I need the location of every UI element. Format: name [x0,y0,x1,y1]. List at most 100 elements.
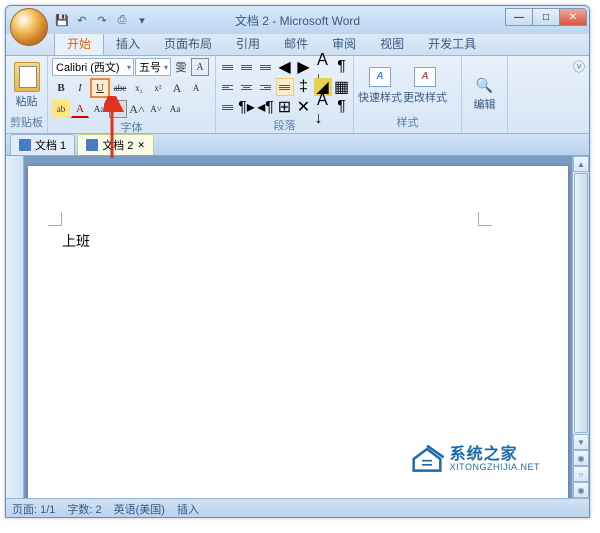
change-case-button[interactable]: Aa [90,100,108,118]
paragraph-label: 段落 [220,116,349,134]
rtl-button[interactable]: ◂¶ [257,98,275,116]
scroll-thumb[interactable] [574,173,588,433]
char-border-button[interactable]: A [191,58,209,76]
group-font: Calibri (西文) 五号 雯 A B I U abe x₂ x² A A [48,56,216,133]
subscript-button[interactable]: x₂ [130,79,148,97]
tab-view[interactable]: 视图 [368,32,416,55]
group-paragraph: ◀ ▶ Ａ↓ ¶ ‡ ◢ ▦ ¶▸ ◂¶ [216,56,354,133]
vertical-ruler[interactable] [6,156,24,498]
find-icon[interactable]: 🔍 [475,75,495,95]
document-area: 上班 系统之家 XITONGZHIJIA.NET ▲ ▼ ◉ ○ ◉ [6,156,589,498]
para-marks-button[interactable]: ¶ [333,98,351,116]
quick-styles-button[interactable]: A 快速样式 [358,61,402,111]
shrink-font-button[interactable]: A [187,79,205,97]
doctab-2[interactable]: 文档 2✕ [77,134,154,155]
group-editing: 🔍 编辑 [462,56,508,133]
font-color-button[interactable]: A [71,100,89,118]
snap-button[interactable]: ⊞ [276,98,294,116]
watermark-en: XITONGZHIJIA.NET [450,463,540,472]
group-styles: A 快速样式 A 更改样式 样式 [354,56,462,133]
paste-icon[interactable] [14,62,40,92]
tab-home[interactable]: 开始 [54,31,104,55]
bullets-button[interactable] [219,58,237,76]
ltr-button[interactable]: ¶▸ [238,98,256,116]
status-page[interactable]: 页面: 1/1 [12,501,55,517]
asian-layout-button[interactable]: ✕ [295,98,313,116]
scroll-up-icon[interactable]: ▲ [573,156,589,172]
tab-mailings[interactable]: 邮件 [272,32,320,55]
increase-indent-button[interactable]: ▶ [295,58,313,76]
doc-icon [86,139,98,151]
browse-object-icon[interactable]: ○ [573,466,589,482]
grow-font2-button[interactable]: A˄ [128,100,146,118]
font-label: 字体 [52,118,211,136]
ribbon: ⓥ 粘贴 剪贴板 Calibri (西文) 五号 雯 A B [6,56,589,134]
show-marks-button[interactable]: ¶ [333,58,351,76]
status-insert[interactable]: 插入 [177,501,199,517]
margin-crop-tr [478,212,492,226]
justify-button[interactable] [276,78,294,96]
highlight-button[interactable]: ab [52,100,70,118]
scroll-down-icon[interactable]: ▼ [573,434,589,450]
editing-button[interactable]: 编辑 [474,96,496,112]
superscript-button[interactable]: x² [149,79,167,97]
change-styles-button[interactable]: A 更改样式 [403,61,447,111]
borders-button[interactable]: ▦ [333,78,351,96]
align-right-button[interactable] [257,78,275,96]
watermark: 系统之家 XITONGZHIJIA.NET [410,444,540,474]
undo-icon[interactable]: ↶ [74,12,90,28]
next-page-icon[interactable]: ◉ [573,482,589,498]
grow-font-button[interactable]: A [168,79,186,97]
clipboard-label: 剪贴板 [10,113,43,131]
decrease-indent-button[interactable]: ◀ [276,58,294,76]
phonetic-button[interactable]: 雯 [172,58,190,76]
line-spacing-button[interactable]: ‡ [295,78,313,96]
doc-icon [19,139,31,151]
distribute-button[interactable] [219,98,237,116]
group-clipboard: 粘贴 剪贴板 [6,56,48,133]
tab-layout[interactable]: 页面布局 [152,32,224,55]
bold-button[interactable]: B [52,79,70,97]
page[interactable]: 上班 系统之家 XITONGZHIJIA.NET [28,166,568,498]
doctab-close-icon[interactable]: ✕ [137,140,145,151]
tab-developer[interactable]: 开发工具 [416,32,488,55]
close-button[interactable]: ✕ [559,8,587,26]
status-words[interactable]: 字数: 2 [67,501,101,517]
clear-format-button[interactable]: Aa [166,100,184,118]
minimize-button[interactable]: — [505,8,533,26]
font-size-combo[interactable]: 五号 [135,58,171,76]
multilevel-button[interactable] [257,58,275,76]
italic-button[interactable]: I [71,79,89,97]
tab-insert[interactable]: 插入 [104,32,152,55]
align-center-button[interactable] [238,78,256,96]
maximize-button[interactable]: □ [532,8,560,26]
font-name-combo[interactable]: Calibri (西文) [52,58,134,76]
sort-button[interactable]: Ａ↓ [314,58,332,76]
qat-more-icon[interactable]: ▾ [134,12,150,28]
save-icon[interactable]: 💾 [54,12,70,28]
quick-styles-icon: A [369,67,391,87]
tab-references[interactable]: 引用 [224,32,272,55]
underline-button[interactable]: U [90,78,110,98]
status-bar: 页面: 1/1 字数: 2 英语(美国) 插入 [6,498,589,518]
doctab-1[interactable]: 文档 1 [10,134,75,155]
paste-button[interactable]: 粘贴 [16,93,38,109]
char-shading-button[interactable]: A [109,100,127,118]
status-lang[interactable]: 英语(美国) [114,501,165,517]
watermark-logo-icon [410,444,444,474]
ribbon-minimize-icon[interactable]: ⓥ [573,58,585,75]
sort2-button[interactable]: Ａ↓ [314,98,332,116]
window-title: 文档 2 - Microsoft Word [235,12,360,29]
document-text[interactable]: 上班 [62,231,90,251]
redo-icon[interactable]: ↷ [94,12,110,28]
shrink-font2-button[interactable]: A˅ [147,100,165,118]
office-button[interactable] [10,8,48,46]
vertical-scrollbar[interactable]: ▲ ▼ ◉ ○ ◉ [572,156,589,498]
title-bar: 💾 ↶ ↷ ⎙ ▾ 文档 2 - Microsoft Word — □ ✕ [6,6,589,34]
strike-button[interactable]: abe [111,79,129,97]
numbering-button[interactable] [238,58,256,76]
print-icon[interactable]: ⎙ [114,12,130,28]
margin-crop-tl [48,212,62,226]
align-left-button[interactable] [219,78,237,96]
prev-page-icon[interactable]: ◉ [573,450,589,466]
